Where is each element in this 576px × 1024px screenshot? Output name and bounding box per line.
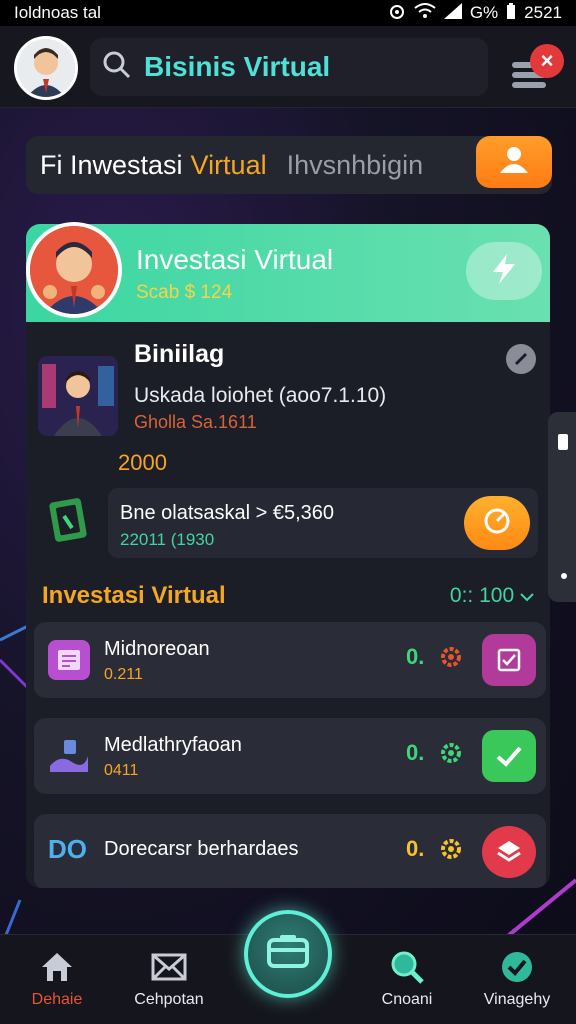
hero-text-accent: Virtual [190,149,267,180]
top-bar: Bisinis Virtual × [0,26,576,108]
signal-icon [443,2,462,24]
wallet-icon [266,934,310,975]
edit-icon[interactable] [506,344,536,374]
list-item-subtitle: 0411 [104,762,139,779]
battery-text: G% [469,3,499,22]
card-header-button[interactable] [466,242,542,300]
wallet-icon [48,494,96,546]
nav-label: Vinagehy [483,991,551,1008]
document-icon [48,640,90,680]
investment-card: Investasi Virtual Scab $ 124 Biniilag Us… [26,224,550,888]
profile-image [38,356,118,436]
list-item-title: Dorecarsr berhardaes [104,838,299,860]
list-item-value: 0. [406,644,425,669]
balance-text: Bne olatsaskal > €5,360 [120,502,335,524]
list-item-title: Medlathryfaoan [104,734,242,756]
battery-icon [506,2,516,24]
side-drawer-handle[interactable] [548,412,576,602]
mail-icon [149,947,189,987]
home-icon [37,947,77,987]
chart-icon [48,736,90,776]
profile-detail: Uskada loiohet (aoo7.1.10) [134,384,387,407]
menu-button[interactable]: × [508,44,564,94]
hero-text-muted: Ihvsnhbigin [286,149,424,180]
nav-item-home[interactable]: Dehaie [2,935,112,1024]
search-icon [387,947,427,987]
profile-subdetail: Gholla Sa.1611 [134,412,257,432]
user-icon [497,145,531,180]
search-icon [102,50,132,85]
nav-label: Cehpotan [134,991,204,1008]
close-icon[interactable]: × [530,44,564,78]
list-item[interactable]: Medlathryfaoan 0411 0. [34,718,546,794]
section-title: Investasi Virtual [42,582,226,609]
list-item-value: 0. [406,836,425,861]
nav-label: Dehaie [31,991,83,1008]
balance-action-button[interactable] [464,496,530,550]
profile-amount: 2000 [118,450,167,475]
card-subtitle: Scab $ 124 [136,282,233,303]
section-filter[interactable]: 0:: 100 [450,584,534,608]
gear-icon[interactable] [438,644,464,670]
list-item-prefix: DO [48,834,87,864]
hero-text: Fi Inwestasi [40,149,183,180]
hero-banner: Fi Inwestasi Virtual Ihvsnhbigin [26,136,552,194]
wifi-icon [414,2,436,24]
checkbox-button[interactable] [482,634,536,686]
gauge-icon [482,506,512,541]
nav-item-search[interactable]: Cnoani [352,935,462,1024]
list-item[interactable]: DO Dorecarsr berhardaes 0. [34,814,546,888]
check-circle-icon [497,947,537,987]
list-item-title: Midnoreoan [104,638,210,660]
chevron-down-icon [520,584,534,607]
balance-row[interactable]: Bne olatsaskal > €5,360 22011 (1930 [108,488,538,558]
alarm-icon [388,2,406,25]
avatar[interactable] [14,36,78,100]
nav-label: Cnoani [381,991,433,1008]
nav-item-messages[interactable]: Cehpotan [114,935,224,1024]
check-button[interactable] [482,730,536,782]
gear-icon[interactable] [438,836,464,862]
list-item-subtitle: 0.211 [104,666,143,683]
hero-action-button[interactable] [476,136,552,188]
clock: 2521 [524,3,562,22]
profile-name: Biniilag [134,340,225,368]
layers-button[interactable] [482,826,536,878]
wallet-fab-button[interactable] [244,910,332,998]
search-input[interactable]: Bisinis Virtual [90,38,488,96]
search-text: Bisinis Virtual [144,51,331,82]
section-filter-label: 0:: 100 [449,584,515,607]
gear-icon[interactable] [438,740,464,766]
status-bar: Ioldnoas tal G% 2521 [0,0,576,26]
status-left-text: Ioldnoas tal [14,3,101,22]
card-title: Investasi Virtual [136,244,334,275]
list-item[interactable]: Midnoreoan 0.211 0. [34,622,546,698]
balance-subtext: 22011 (1930 [120,530,215,549]
list-item-value: 0. [406,740,425,765]
profile-avatar[interactable] [26,222,122,318]
nav-item-verify[interactable]: Vinagehy [462,935,572,1024]
lightning-icon [487,252,521,291]
